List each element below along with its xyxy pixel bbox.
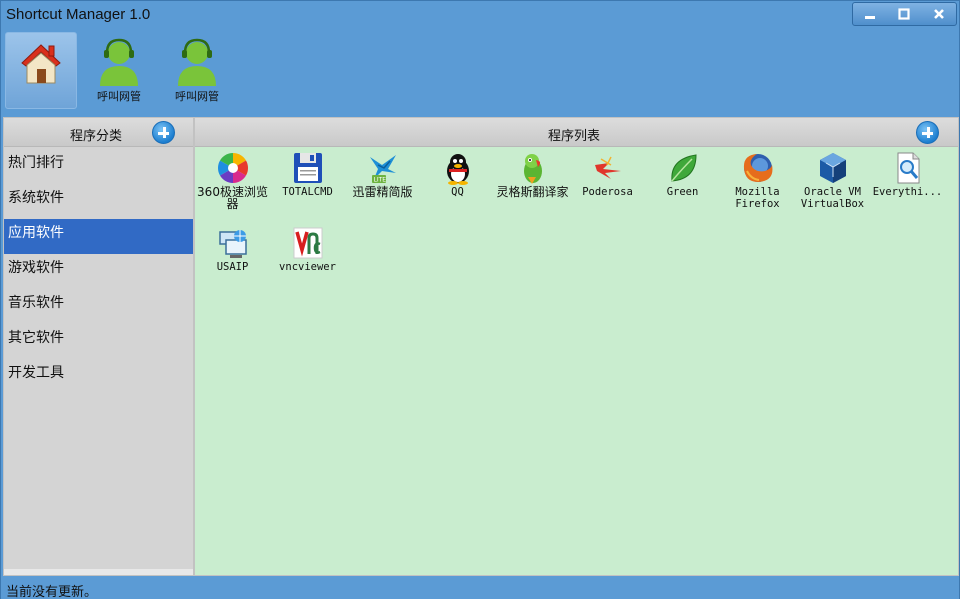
- call-admin-label-2: 呼叫网管: [175, 90, 219, 103]
- svg-text:LITE: LITE: [373, 177, 386, 184]
- program-item[interactable]: Everythi...: [870, 151, 945, 198]
- call-agent-icon: [178, 38, 216, 86]
- floppy-disk-icon: [293, 153, 322, 183]
- category-header: 程序分类: [4, 118, 193, 147]
- lightning-icon: [594, 156, 621, 179]
- horizontal-scrollbar[interactable]: [4, 569, 193, 575]
- virtualbox-cube-icon: [819, 153, 846, 183]
- maximize-icon: [898, 8, 911, 20]
- leaf-icon: [670, 154, 697, 182]
- minimize-icon: [865, 16, 876, 19]
- app-window: Shortcut Manager 1.0 呼叫网管 呼叫网管 程序分类 热门排行…: [0, 0, 960, 599]
- status-bar: 当前没有更新。: [1, 578, 959, 599]
- category-item[interactable]: 热门排行: [4, 149, 193, 184]
- category-item[interactable]: 游戏软件: [4, 254, 193, 289]
- home-icon: [21, 44, 61, 84]
- close-button[interactable]: [922, 3, 956, 25]
- program-label: TOTALCMD: [282, 186, 333, 198]
- program-item[interactable]: LITE 迅雷精简版: [345, 151, 420, 198]
- program-label: USAIP: [216, 261, 249, 273]
- home-button[interactable]: [5, 32, 77, 109]
- window-controls: [852, 2, 957, 26]
- program-label: Everythi...: [872, 186, 943, 198]
- minimize-button[interactable]: [853, 3, 887, 25]
- program-label: Poderosa: [582, 186, 633, 198]
- program-label: Oracle VM VirtualBox: [800, 186, 865, 210]
- category-panel: 程序分类 热门排行 系统软件 应用软件 游戏软件 音乐软件 其它软件 开发工具: [3, 117, 194, 576]
- add-category-button[interactable]: [152, 121, 175, 144]
- program-item[interactable]: Oracle VM VirtualBox: [795, 151, 870, 210]
- program-item[interactable]: USAIP: [195, 226, 270, 273]
- program-item[interactable]: Green: [645, 151, 720, 198]
- program-label: vncviewer: [279, 261, 336, 273]
- program-label: QQ: [451, 186, 464, 198]
- program-item[interactable]: vncviewer: [270, 226, 345, 273]
- call-admin-button-2[interactable]: 呼叫网管: [161, 32, 233, 109]
- vnc-icon: [293, 227, 322, 259]
- program-item[interactable]: 360极速浏览器: [195, 151, 270, 210]
- network-computer-icon: [218, 230, 247, 258]
- program-item[interactable]: Mozilla Firefox: [720, 151, 795, 210]
- call-admin-label-1: 呼叫网管: [97, 90, 141, 103]
- category-header-title: 程序分类: [70, 129, 123, 144]
- category-item[interactable]: 开发工具: [4, 359, 193, 394]
- category-item[interactable]: 音乐软件: [4, 289, 193, 324]
- program-item[interactable]: TOTALCMD: [270, 151, 345, 198]
- maximize-button[interactable]: [887, 3, 921, 25]
- add-program-button[interactable]: [916, 121, 939, 144]
- category-item-selected[interactable]: 应用软件: [4, 219, 193, 254]
- program-item[interactable]: Poderosa: [570, 151, 645, 198]
- program-header: 程序列表: [195, 118, 958, 147]
- close-icon: [933, 9, 944, 19]
- browser-360-icon: [217, 153, 248, 183]
- program-item[interactable]: 灵格斯翻译家: [495, 151, 570, 198]
- thunder-bird-icon: LITE: [369, 155, 396, 184]
- category-item[interactable]: 系统软件: [4, 184, 193, 219]
- program-label: 灵格斯翻译家: [496, 185, 569, 199]
- window-title: Shortcut Manager 1.0: [6, 6, 151, 23]
- program-label: 迅雷精简版: [352, 185, 413, 199]
- category-list: 热门排行 系统软件 应用软件 游戏软件 音乐软件 其它软件 开发工具: [4, 149, 193, 394]
- program-header-title: 程序列表: [548, 129, 601, 144]
- program-label: 360极速浏览器: [197, 185, 268, 211]
- toolbar: 呼叫网管 呼叫网管: [1, 31, 959, 115]
- program-label: Mozilla Firefox: [735, 186, 780, 210]
- search-file-icon: [897, 152, 919, 184]
- program-item[interactable]: QQ: [420, 151, 495, 198]
- program-panel: 程序列表 360极速浏览器 TOTALCMD LITE 迅雷精简版 QQ 灵格斯…: [194, 117, 959, 576]
- category-item[interactable]: 其它软件: [4, 324, 193, 359]
- firefox-icon: [743, 154, 772, 182]
- call-agent-icon: [100, 38, 138, 86]
- program-label: Green: [666, 186, 699, 198]
- parrot-icon: [523, 154, 542, 184]
- call-admin-button-1[interactable]: 呼叫网管: [83, 32, 155, 109]
- title-bar[interactable]: Shortcut Manager 1.0: [1, 1, 959, 31]
- penguin-icon: [446, 154, 469, 185]
